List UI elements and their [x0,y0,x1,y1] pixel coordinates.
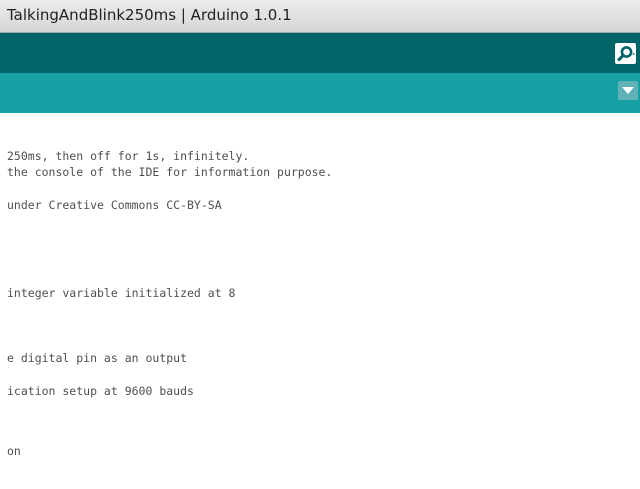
code-line: integer variable initialized at 8 [7,286,236,300]
tab-menu-button[interactable] [618,81,638,100]
code-line: on [7,444,21,458]
code-line: under Creative Commons CC-BY-SA [7,198,222,212]
code-line: the console of the IDE for information p… [7,165,333,179]
window-titlebar[interactable]: TalkingAndBlink250ms | Arduino 1.0.1 [0,0,640,33]
code-editor[interactable]: 250ms, then off for 1s, infinitely. the … [0,113,640,489]
code-line: 250ms, then off for 1s, infinitely. [7,149,250,163]
toolbar [0,33,640,73]
triangle-down-icon [622,87,634,94]
serial-monitor-button[interactable] [615,43,636,64]
code-line: e digital pin as an output [7,351,188,365]
code-line: ication setup at 9600 bauds [7,384,194,398]
magnifier-icon [617,46,635,62]
tab-bar [0,73,640,113]
window-title: TalkingAndBlink250ms | Arduino 1.0.1 [7,6,292,24]
